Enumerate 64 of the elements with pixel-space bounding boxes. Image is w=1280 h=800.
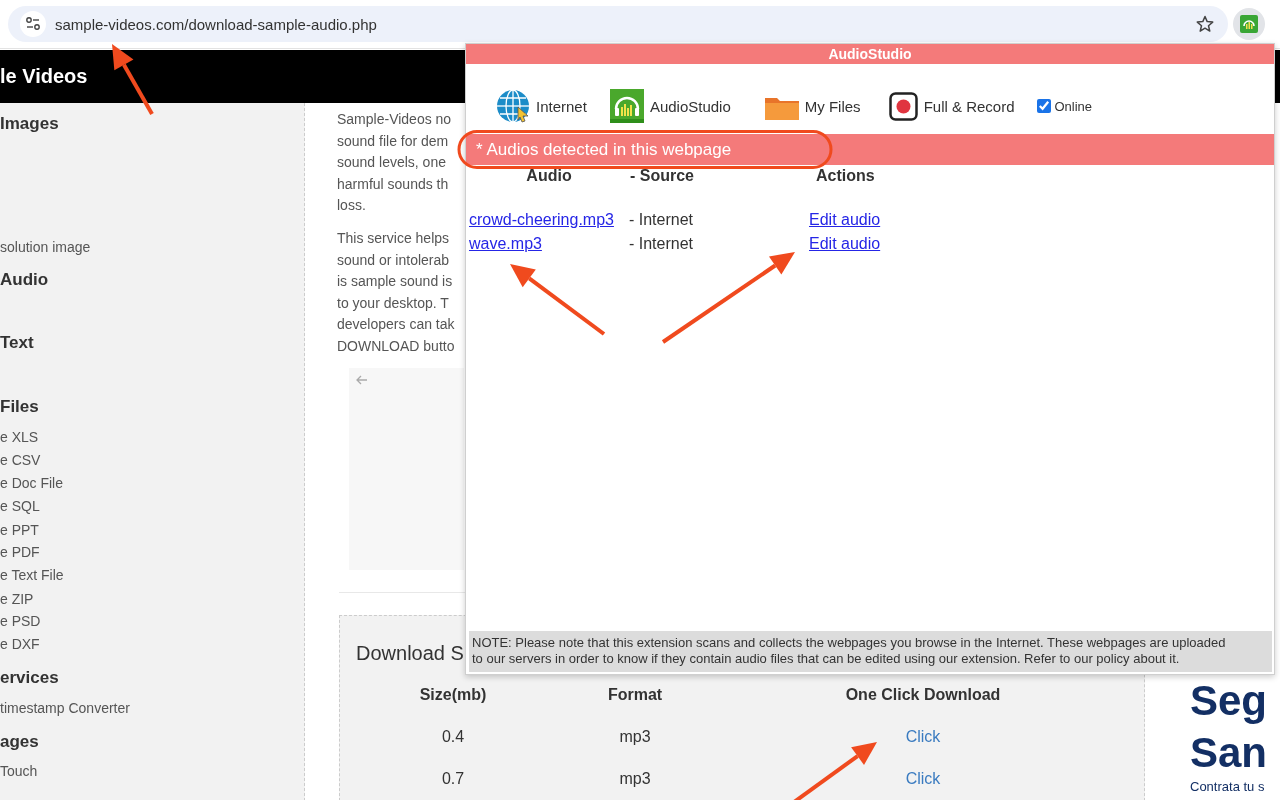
site-logo-text[interactable]: le Videos: [0, 65, 88, 88]
arrow-left-icon[interactable]: [355, 374, 368, 386]
toolbar-button[interactable]: My Files: [764, 92, 861, 120]
extension-icon[interactable]: [1240, 15, 1258, 33]
sidebar-link[interactable]: solution image: [0, 235, 91, 259]
download-link[interactable]: Click: [905, 758, 941, 800]
url-text: sample-videos.com/download-sample-audio.php: [55, 15, 377, 33]
toolbar-button[interactable]: Internet: [496, 89, 587, 123]
sidebar-link[interactable]: e PPT: [0, 518, 39, 542]
annotation-arrow: [112, 44, 154, 115]
sidebar-link[interactable]: e Doc File: [0, 471, 64, 495]
sidebar-heading: ages: [0, 730, 39, 753]
column-header: Actions: [816, 166, 875, 186]
sidebar-heading: ervices: [0, 666, 59, 689]
paragraph: Sample-Videos no sound file for dem sound levels, one harmful sounds th loss.: [337, 110, 452, 215]
column-header: Audio: [526, 166, 572, 186]
sidebar-link[interactable]: e PDF: [0, 540, 40, 564]
toolbar-button[interactable]: Full & Record: [888, 91, 1015, 121]
notice-text: NOTE: Please note that this extension scans and collects the webpages you browse in the Internet. These webpages are uploaded to our servers in order to know if they contain audio files that can be edited using our extension. Refer to our policy about it.: [469, 631, 1272, 672]
toolbar-button[interactable]: AudioStudio: [609, 89, 731, 123]
checkbox[interactable]: [1036, 99, 1051, 113]
record-icon[interactable]: [888, 91, 918, 121]
column-header: Size(mb): [419, 685, 487, 705]
sidebar-link[interactable]: Touch: [0, 759, 38, 783]
sidebar-link[interactable]: e DXF: [0, 632, 40, 656]
column-header: One Click Download: [845, 685, 1001, 705]
panel-title: Download S: [356, 641, 464, 665]
sidebar-link[interactable]: e SQL: [0, 494, 40, 518]
promo-text: Contrata tu s: [1190, 779, 1265, 795]
audio-link[interactable]: wave.mp3: [469, 232, 542, 256]
table-cell-text: mp3: [619, 769, 651, 789]
source-text: - Internet: [629, 210, 694, 230]
audio-link[interactable]: crowd-cheering.mp3: [469, 208, 614, 232]
promo-heading: San: [1190, 728, 1268, 778]
download-link[interactable]: Click: [905, 716, 941, 758]
sidebar-link[interactable]: timestamp Converter: [0, 696, 130, 720]
star-icon[interactable]: [1196, 15, 1214, 33]
sidebar-link[interactable]: e ZIP: [0, 587, 34, 611]
table-cell-text: 0.7: [441, 769, 465, 789]
table-cell-text: mp3: [619, 727, 651, 747]
banner: * Audios detected in this webpage: [466, 134, 1274, 165]
extension-button[interactable]: [1233, 8, 1265, 40]
sidebar-link[interactable]: e Text File: [0, 563, 64, 587]
source-text: - Internet: [629, 234, 694, 254]
headphones-icon[interactable]: [609, 89, 644, 123]
sidebar-heading: Text: [0, 331, 34, 354]
sidebar-link[interactable]: e XLS: [0, 425, 39, 449]
column-header: - Source: [630, 166, 694, 186]
globe-icon[interactable]: [496, 89, 530, 123]
paragraph: This service helps sound or intolerab is sample sound is to your desktop. T developers can tak DOWNLOAD butto: [337, 229, 455, 356]
sidebar-heading: Audio: [0, 268, 49, 291]
sidebar-link[interactable]: e PSD: [0, 609, 41, 633]
promo-heading: Seg: [1190, 676, 1268, 726]
edit-link[interactable]: Edit audio: [809, 232, 881, 256]
edit-link[interactable]: Edit audio: [809, 208, 881, 232]
table-cell-text: 0.4: [441, 727, 465, 747]
sidebar-heading: Images: [0, 112, 59, 135]
column-header: Format: [607, 685, 663, 705]
site-settings-icon[interactable]: [20, 11, 46, 37]
sidebar-heading: Files: [0, 395, 39, 418]
popup-title: AudioStudio: [466, 44, 1274, 64]
sidebar-link[interactable]: e CSV: [0, 448, 41, 472]
address-bar[interactable]: sample-videos.com/download-sample-audio.php: [8, 6, 1228, 42]
checkbox-label: Online: [1054, 98, 1093, 114]
